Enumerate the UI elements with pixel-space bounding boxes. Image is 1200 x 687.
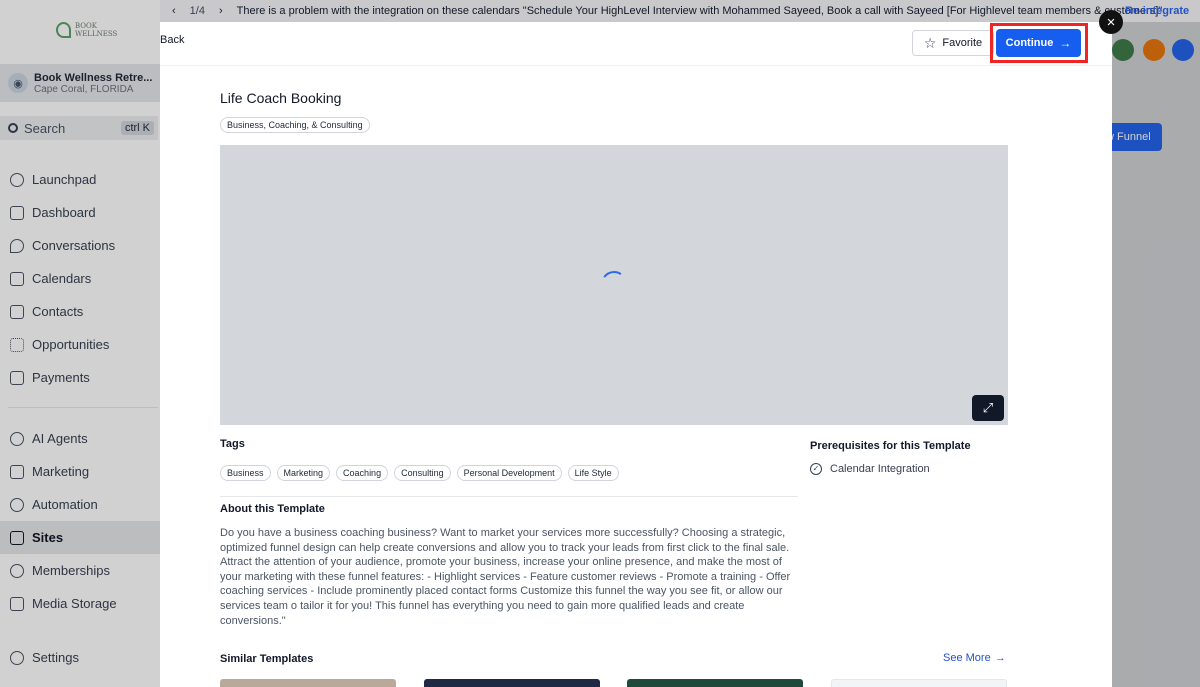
integration-alert-banner: ‹ 1/4 › There is a problem with the inte… bbox=[160, 0, 1200, 22]
close-icon: × bbox=[1106, 13, 1116, 31]
check-circle-icon: ✓ bbox=[810, 463, 822, 475]
template-preview-modal: Back ☆ Favorite Continue → Life Coach Bo… bbox=[160, 22, 1112, 687]
chevron-left-icon[interactable]: ‹ bbox=[172, 5, 176, 17]
chevron-right-icon[interactable]: › bbox=[219, 5, 223, 17]
prerequisites-heading: Prerequisites for this Template bbox=[810, 440, 971, 452]
tag-chip: Marketing bbox=[276, 465, 331, 481]
similar-template-thumbnail[interactable] bbox=[831, 679, 1007, 687]
template-preview: ⤢ bbox=[220, 145, 1008, 425]
divider bbox=[220, 496, 798, 497]
tags-list: Business Marketing Coaching Consulting P… bbox=[220, 465, 619, 481]
similar-template-thumbnail[interactable] bbox=[424, 679, 600, 687]
see-more-link[interactable]: See More → bbox=[943, 652, 1006, 664]
tag-chip: Coaching bbox=[336, 465, 389, 481]
tag-chip: Personal Development bbox=[456, 465, 562, 481]
banner-message: There is a problem with the integration … bbox=[236, 5, 1163, 17]
similar-template-thumbnail[interactable] bbox=[627, 679, 803, 687]
expand-icon: ⤢ bbox=[982, 400, 994, 415]
tags-heading: Tags bbox=[220, 438, 245, 450]
continue-button[interactable]: Continue → bbox=[996, 29, 1081, 57]
tag-chip: Consulting bbox=[394, 465, 451, 481]
similar-template-thumbnail[interactable] bbox=[220, 679, 396, 687]
prerequisite-item: ✓ Calendar Integration bbox=[810, 463, 930, 475]
tag-chip: Business bbox=[220, 465, 271, 481]
expand-button[interactable]: ⤢ bbox=[972, 395, 1004, 421]
loading-spinner-icon bbox=[598, 268, 630, 300]
category-chip: Business, Coaching, & Consulting bbox=[220, 117, 370, 133]
similar-templates-heading: Similar Templates bbox=[220, 653, 314, 665]
tag-chip: Life Style bbox=[567, 465, 619, 481]
banner-pager: 1/4 bbox=[189, 5, 205, 17]
about-description: Do you have a business coaching business… bbox=[220, 527, 791, 627]
template-title: Life Coach Booking bbox=[220, 90, 342, 106]
continue-label: Continue bbox=[1005, 37, 1054, 49]
about-heading: About this Template bbox=[220, 503, 325, 515]
favorite-button[interactable]: ☆ Favorite bbox=[912, 30, 994, 56]
see-more-label: See More bbox=[943, 652, 991, 664]
favorite-label: Favorite bbox=[942, 37, 983, 49]
prerequisite-label: Calendar Integration bbox=[830, 463, 930, 475]
reintegrate-link[interactable]: Re-integrate bbox=[1125, 0, 1189, 22]
modal-header: Back ☆ Favorite Continue → bbox=[160, 22, 1112, 66]
star-icon: ☆ bbox=[923, 35, 937, 51]
back-button[interactable]: Back bbox=[160, 34, 184, 46]
close-modal-button[interactable]: × bbox=[1099, 10, 1123, 34]
arrow-right-icon: → bbox=[1059, 36, 1072, 50]
arrow-right-icon: → bbox=[994, 652, 1006, 664]
